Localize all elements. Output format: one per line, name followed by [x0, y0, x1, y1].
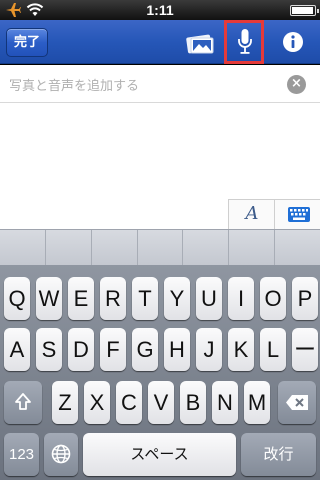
return-key[interactable]: 改行: [241, 433, 316, 476]
font-format-button[interactable]: A: [229, 200, 275, 229]
key-j[interactable]: J: [196, 328, 222, 371]
attachment-placeholder: 写真と音声を追加する: [9, 79, 140, 94]
key-c[interactable]: C: [116, 381, 142, 424]
key-z[interactable]: Z: [52, 381, 78, 424]
candidate-slot[interactable]: [0, 230, 46, 265]
accessory-tabs: A: [228, 199, 320, 229]
keyboard-toggle-button[interactable]: [275, 200, 320, 229]
candidate-slot[interactable]: [138, 230, 184, 265]
note-editor[interactable]: 写真と音声を追加する ×: [0, 65, 320, 199]
key-v[interactable]: V: [148, 381, 174, 424]
backspace-icon: [286, 395, 308, 410]
attachment-field[interactable]: 写真と音声を追加する ×: [0, 65, 320, 103]
globe-icon: [51, 444, 71, 464]
candidate-slot[interactable]: [46, 230, 92, 265]
keyboard: Q W E R T Y U I O P A S D F G H J K L ー …: [0, 265, 320, 480]
key-i[interactable]: I: [228, 277, 254, 320]
key-s[interactable]: S: [36, 328, 62, 371]
key-f[interactable]: F: [100, 328, 126, 371]
candidate-slot[interactable]: [229, 230, 276, 265]
key-b[interactable]: B: [180, 381, 206, 424]
font-icon: A: [245, 203, 259, 224]
shift-key[interactable]: [4, 381, 42, 424]
globe-key[interactable]: [44, 433, 78, 476]
battery-icon: [290, 5, 319, 16]
key-a[interactable]: A: [4, 328, 30, 371]
delete-key[interactable]: [278, 381, 316, 424]
key-g[interactable]: G: [132, 328, 158, 371]
key-k[interactable]: K: [228, 328, 254, 371]
key-t[interactable]: T: [132, 277, 158, 320]
key-d[interactable]: D: [68, 328, 94, 371]
toolbar: 完了: [0, 20, 320, 64]
key-m[interactable]: M: [244, 381, 270, 424]
status-bar: 1:11: [0, 0, 320, 20]
key-q[interactable]: Q: [4, 277, 30, 320]
microphone-icon: [238, 29, 252, 54]
key-r[interactable]: R: [100, 277, 126, 320]
key-o[interactable]: O: [260, 277, 286, 320]
microphone-button[interactable]: [224, 20, 264, 64]
key-e[interactable]: E: [68, 277, 94, 320]
key-w[interactable]: W: [36, 277, 62, 320]
candidate-slot[interactable]: [183, 230, 230, 265]
keyboard-icon: [288, 207, 310, 222]
candidate-bar: [0, 229, 320, 265]
key-x[interactable]: X: [84, 381, 110, 424]
photo-icon[interactable]: [183, 26, 217, 58]
key-y[interactable]: Y: [164, 277, 190, 320]
key-u[interactable]: U: [196, 277, 222, 320]
done-button[interactable]: 完了: [6, 28, 48, 57]
status-time: 1:11: [146, 2, 174, 18]
numbers-key[interactable]: 123: [4, 433, 39, 476]
key-l[interactable]: L: [260, 328, 286, 371]
candidate-slot[interactable]: [92, 230, 138, 265]
shift-icon: [15, 393, 31, 410]
clear-button[interactable]: ×: [287, 75, 306, 94]
key-long-vowel[interactable]: ー: [292, 328, 318, 371]
key-p[interactable]: P: [292, 277, 318, 320]
key-n[interactable]: N: [212, 381, 238, 424]
candidate-slot[interactable]: [275, 230, 320, 265]
key-h[interactable]: H: [164, 328, 190, 371]
accessory-bar: A: [0, 199, 320, 229]
space-key[interactable]: スペース: [83, 433, 236, 476]
info-icon[interactable]: [276, 26, 310, 58]
